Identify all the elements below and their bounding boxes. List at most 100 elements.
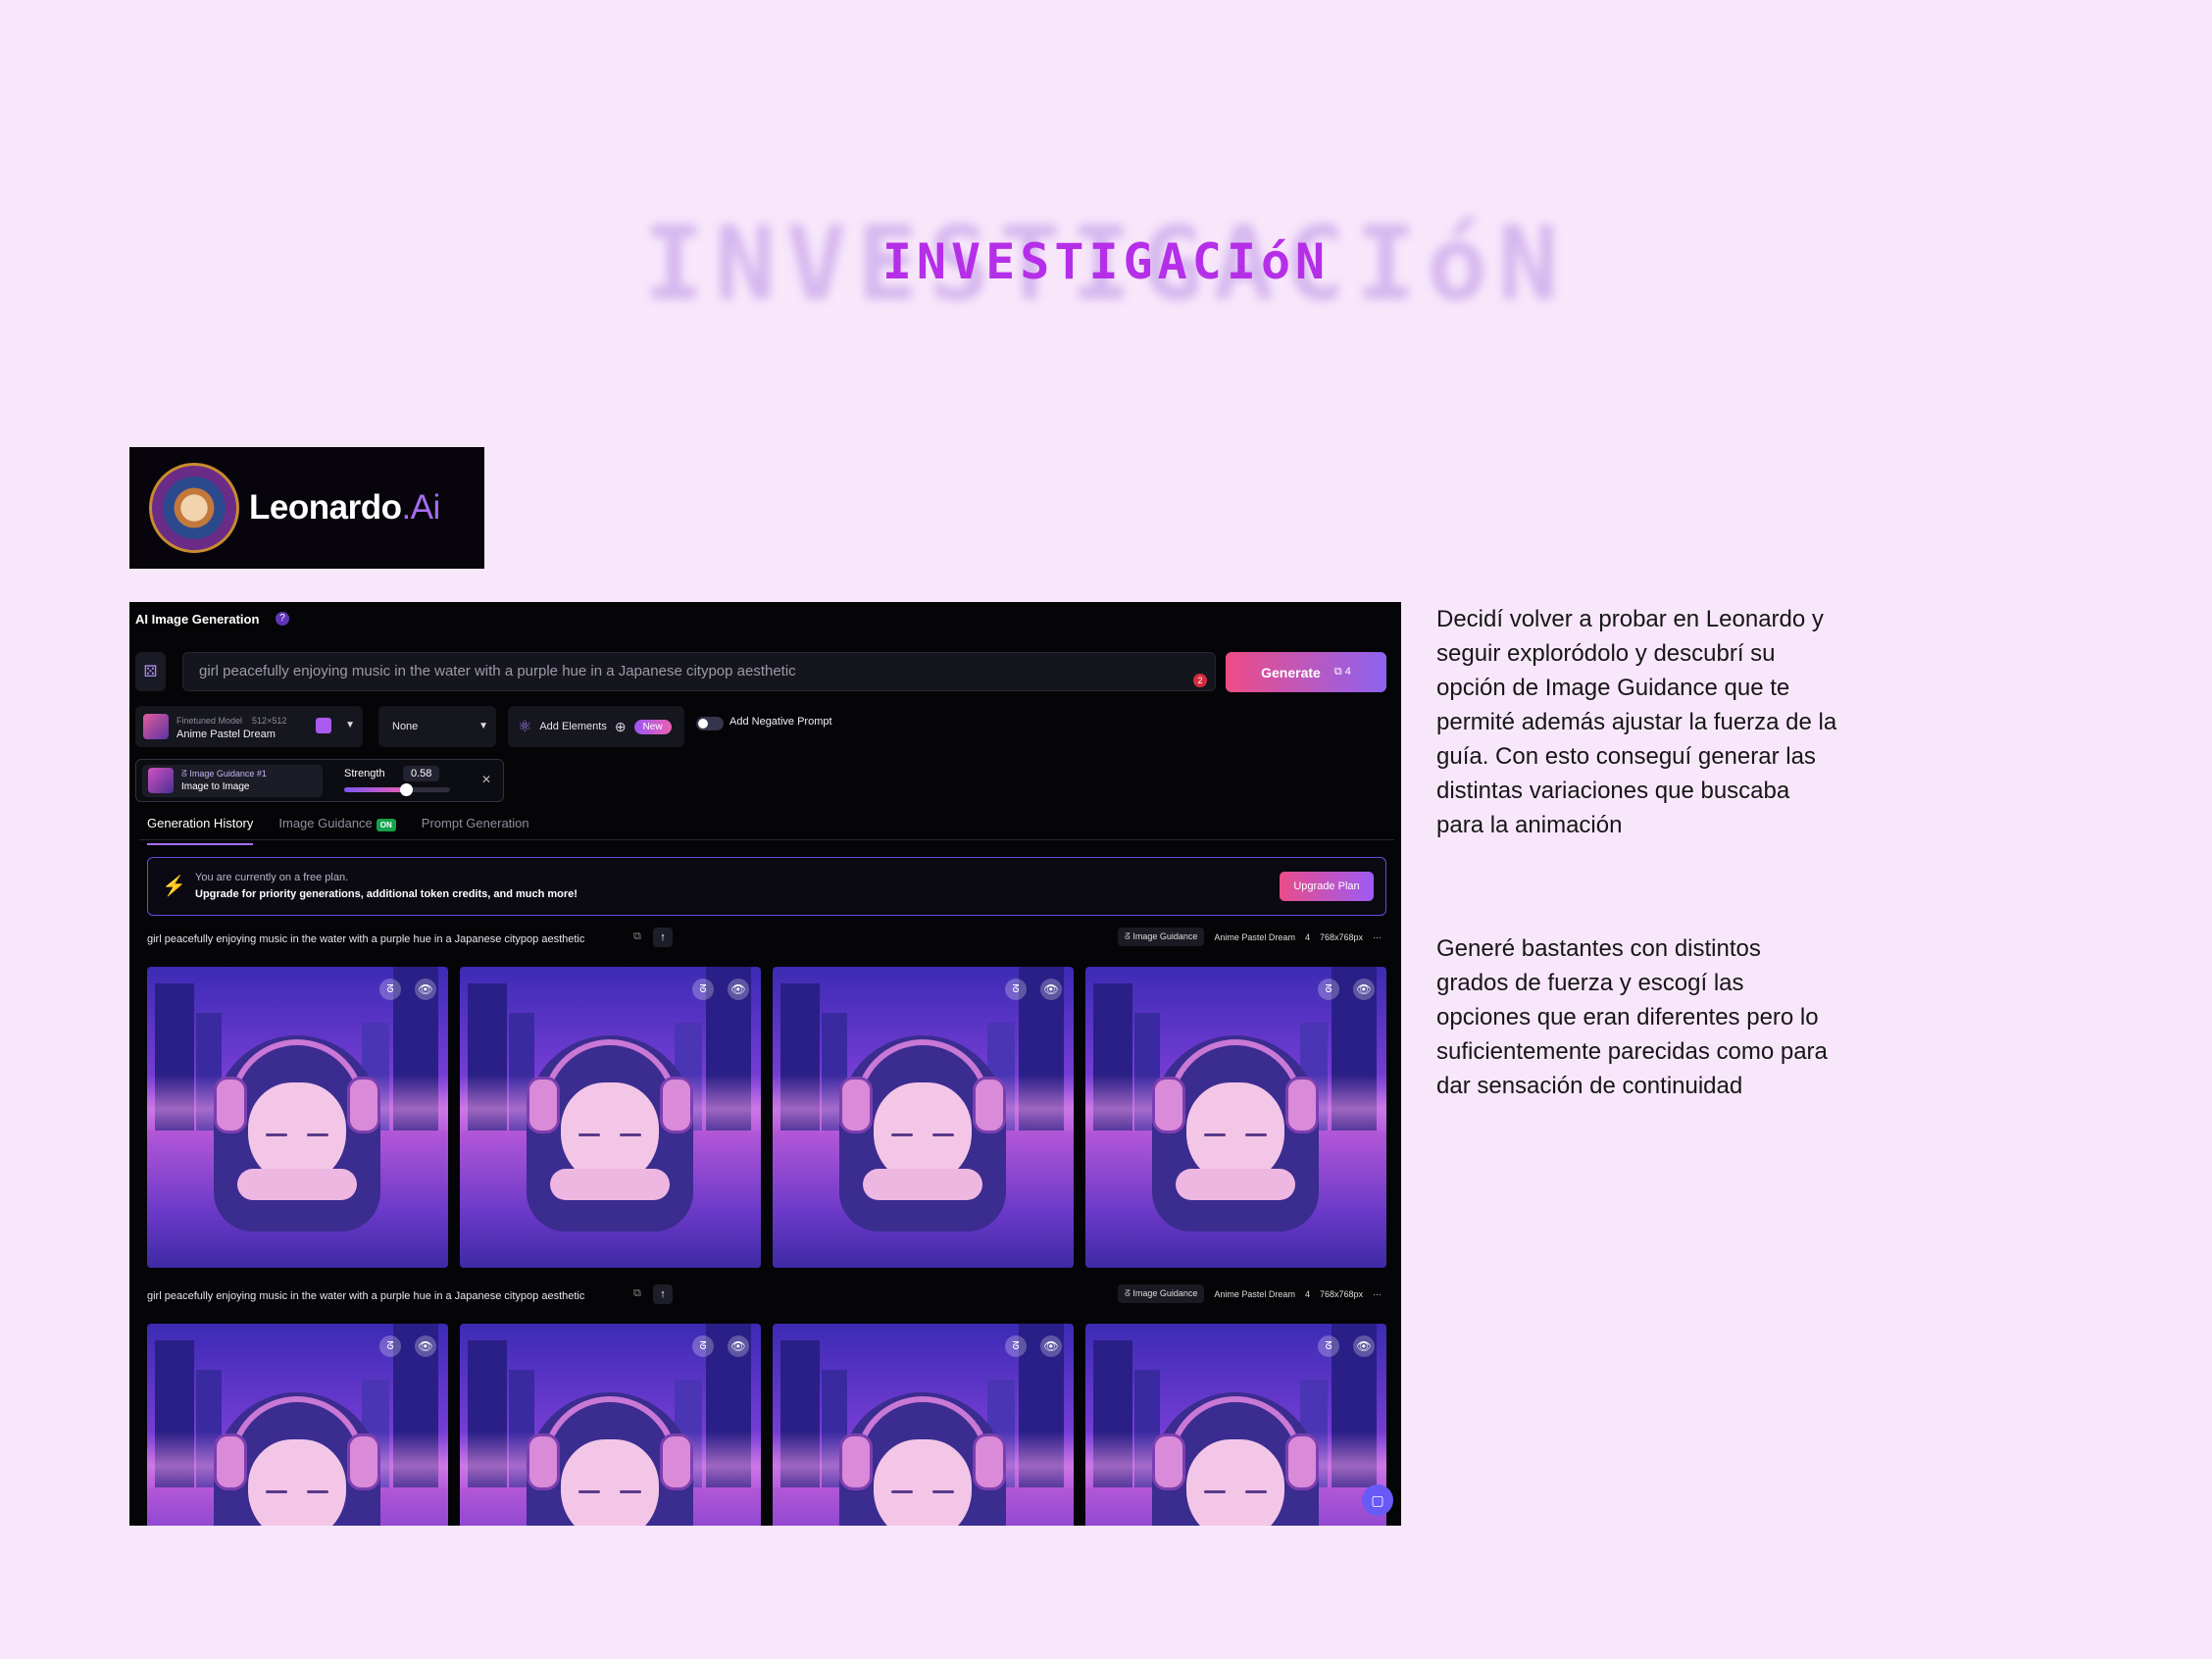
free-plan-banner: ⚡ You are currently on a free plan. Upgr…: [147, 857, 1386, 916]
model-thumbnail: [143, 714, 169, 739]
tab-bar: Generation History Image Guidance ON Prom…: [147, 816, 529, 845]
add-elements-button[interactable]: ⚛ Add Elements ⊕ New: [508, 706, 684, 747]
chevron-down-icon: ▼: [478, 721, 488, 731]
strength-slider[interactable]: [344, 783, 450, 796]
style-value: None: [392, 721, 419, 732]
tab-prompt-generation[interactable]: Prompt Generation: [422, 816, 529, 845]
plus-circle-icon: ⊕: [614, 718, 627, 734]
batch-model: Anime Pastel Dream: [1214, 1288, 1295, 1299]
prompt-error-badge: 2: [1193, 674, 1207, 687]
generate-label: Generate: [1261, 664, 1321, 680]
guidance-mode: Image to Image: [181, 781, 250, 792]
chevron-down-icon: ▼: [345, 720, 355, 730]
eye-icon[interactable]: 👁: [415, 979, 436, 1000]
eye-icon[interactable]: 👁: [1353, 1335, 1375, 1357]
guidance-icon[interactable]: ᘔ: [1318, 1335, 1339, 1357]
upload-icon[interactable]: ↑: [653, 1284, 673, 1304]
on-badge: ON: [376, 819, 396, 831]
image-row: ᘔ 👁 ᘔ 👁 ᘔ 👁 ᘔ 👁: [147, 1324, 1386, 1526]
batch-guidance-chip: ᘔ Image Guidance: [1118, 928, 1205, 946]
guidance-icon[interactable]: ᘔ: [692, 979, 714, 1000]
add-elements-label: Add Elements: [539, 721, 607, 732]
prompt-text: girl peacefully enjoying music in the wa…: [199, 663, 796, 679]
eye-icon[interactable]: 👁: [1040, 1335, 1062, 1357]
slider-fill: [344, 787, 406, 792]
guidance-thumbnail: [148, 768, 174, 793]
style-select[interactable]: None ▼: [378, 706, 496, 747]
new-badge: New: [633, 719, 672, 734]
page-title-area: INVESTIGACIóN INVESTIGACIóN: [0, 186, 2212, 333]
batch-prompt: girl peacefully enjoying music in the wa…: [147, 1290, 585, 1302]
guidance-icon[interactable]: ᘔ: [1005, 1335, 1027, 1357]
tab-image-guidance-label: Image Guidance: [278, 816, 373, 830]
description-paragraph-2: Generé bastantes con distintos grados de…: [1436, 935, 1828, 1099]
upload-icon[interactable]: ↑: [653, 928, 673, 947]
negative-prompt-label: Add Negative Prompt: [729, 716, 832, 728]
guidance-label-text: Image Guidance #1: [189, 769, 267, 779]
generated-image[interactable]: ᘔ 👁: [460, 967, 761, 1268]
eye-icon[interactable]: 👁: [728, 1335, 749, 1357]
bolt-icon: ⚡: [162, 876, 186, 897]
leonardo-emblem-icon: [149, 463, 239, 553]
batch-model: Anime Pastel Dream: [1214, 931, 1295, 942]
batch-guidance-label: Image Guidance: [1132, 931, 1198, 941]
close-icon[interactable]: ✕: [481, 773, 491, 786]
generate-cost: ⧉ 4: [1333, 666, 1351, 678]
generated-image[interactable]: ᘔ 👁: [460, 1324, 761, 1526]
section-title: AI Image Generation: [135, 612, 260, 627]
generated-image[interactable]: ᘔ 👁: [773, 1324, 1074, 1526]
batch-prompt: girl peacefully enjoying music in the wa…: [147, 933, 585, 945]
batch-meta: ᘔ Image Guidance Anime Pastel Dream 4 76…: [1118, 928, 1382, 946]
generated-image[interactable]: ᘔ 👁: [147, 967, 448, 1268]
guidance-image-select[interactable]: ᘔ Image Guidance #1 Image to Image: [142, 765, 323, 797]
eye-icon[interactable]: 👁: [415, 1335, 436, 1357]
generated-image[interactable]: ᘔ 👁: [1085, 967, 1386, 1268]
guidance-icon[interactable]: ᘔ: [379, 979, 401, 1000]
negative-prompt-toggle[interactable]: [696, 717, 724, 730]
tab-generation-history[interactable]: Generation History: [147, 816, 254, 845]
prompt-input[interactable]: girl peacefully enjoying music in the wa…: [182, 652, 1216, 691]
guidance-icon[interactable]: ᘔ: [692, 1335, 714, 1357]
model-edit-icon[interactable]: [316, 718, 331, 733]
generate-button[interactable]: Generate ⧉ 4: [1226, 652, 1386, 692]
chat-icon[interactable]: ▢: [1362, 1484, 1393, 1516]
guidance-icon[interactable]: ᘔ: [1005, 979, 1027, 1000]
model-name: Anime Pastel Dream: [176, 728, 276, 740]
guidance-label: ᘔ Image Guidance #1: [181, 769, 267, 779]
model-label: Finetuned Model: [176, 715, 243, 726]
image-guidance-card: ᘔ Image Guidance #1 Image to Image Stren…: [135, 759, 504, 802]
generated-image[interactable]: ᘔ 👁: [1085, 1324, 1386, 1526]
batch-count: 4: [1304, 931, 1310, 942]
logo-wordmark: Leonardo.Ai: [249, 488, 440, 528]
eye-icon[interactable]: 👁: [728, 979, 749, 1000]
copy-icon[interactable]: ⧉: [633, 1287, 649, 1303]
toggle-knob: [698, 719, 708, 729]
logo-name: Leonardo: [249, 488, 402, 527]
model-select[interactable]: Finetuned Model 512×512 Anime Pastel Drea…: [135, 706, 363, 747]
guidance-icon[interactable]: ᘔ: [379, 1335, 401, 1357]
upgrade-plan-button[interactable]: Upgrade Plan: [1280, 872, 1374, 901]
tab-image-guidance[interactable]: Image Guidance ON: [278, 816, 396, 845]
help-icon[interactable]: ?: [276, 612, 289, 626]
generated-image[interactable]: ᘔ 👁: [147, 1324, 448, 1526]
banner-line-1: You are currently on a free plan.: [195, 872, 349, 883]
eye-icon[interactable]: 👁: [1353, 979, 1375, 1000]
leonardo-logo: Leonardo.Ai: [129, 447, 484, 569]
description-paragraph-1: Decidí volver a probar en Leonardo y seg…: [1436, 606, 1837, 838]
image-row: ᘔ 👁 ᘔ 👁 ᘔ 👁 ᘔ 👁: [147, 967, 1386, 1268]
page-title: INVESTIGACIóN: [881, 233, 1331, 290]
more-icon[interactable]: ···: [1373, 932, 1382, 942]
strength-value[interactable]: 0.58: [403, 766, 440, 781]
slider-handle[interactable]: [399, 783, 413, 796]
guidance-icon[interactable]: ᘔ: [1318, 979, 1339, 1000]
batch-guidance-label: Image Guidance: [1132, 1288, 1198, 1298]
app-screenshot: AI Image Generation ? ⚄ girl peacefully …: [129, 602, 1401, 1526]
more-icon[interactable]: ···: [1373, 1289, 1382, 1299]
eye-icon[interactable]: 👁: [1040, 979, 1062, 1000]
copy-icon[interactable]: ⧉: [633, 930, 649, 946]
batch-size: 768x768px: [1319, 1288, 1363, 1299]
batch-guidance-chip: ᘔ Image Guidance: [1118, 1284, 1205, 1303]
batch-size: 768x768px: [1319, 931, 1363, 942]
dice-icon[interactable]: ⚄: [135, 652, 166, 691]
generated-image[interactable]: ᘔ 👁: [773, 967, 1074, 1268]
